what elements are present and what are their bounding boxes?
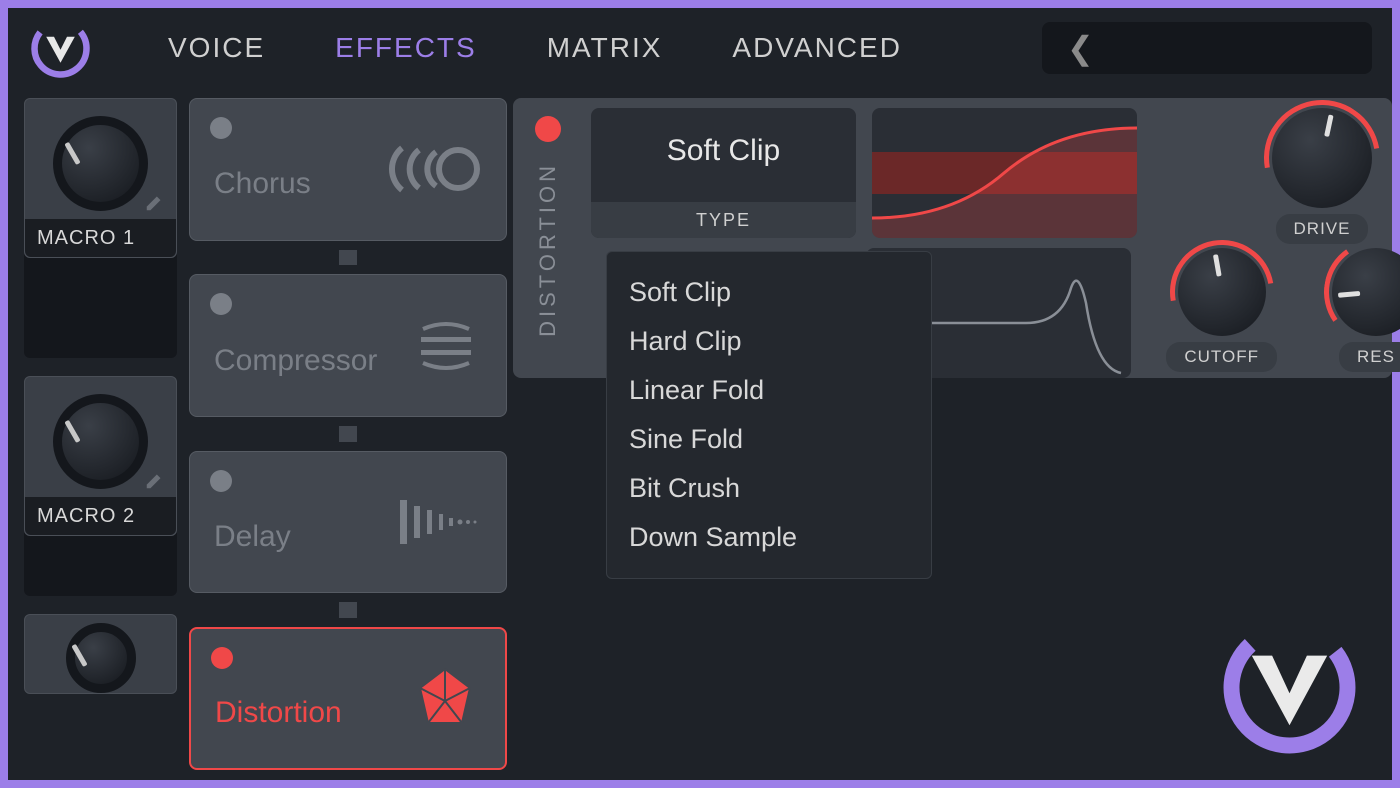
fx-compressor[interactable]: Compressor: [189, 274, 507, 417]
chevron-left-icon[interactable]: ❮: [1067, 29, 1094, 67]
logo-icon: [1217, 615, 1362, 760]
type-value: Soft Clip: [591, 108, 856, 168]
fx-enable-dot[interactable]: [210, 470, 232, 492]
pencil-icon[interactable]: [144, 191, 166, 213]
effects-chain: Chorus Compressor Delay: [183, 88, 513, 780]
fx-enable-dot[interactable]: [210, 117, 232, 139]
knob-section: DRIVE CUTOFF RES: [1142, 98, 1392, 378]
tab-voice[interactable]: VOICE: [168, 32, 265, 64]
macro-1-slot[interactable]: MACRO 1: [24, 98, 177, 258]
logo-icon: [28, 16, 93, 81]
dropdown-item[interactable]: Hard Clip: [629, 317, 909, 366]
type-selector[interactable]: Soft Clip TYPE: [591, 108, 856, 238]
resonance-label: RES: [1339, 342, 1400, 372]
dropdown-item[interactable]: Linear Fold: [629, 366, 909, 415]
main-nav: VOICE EFFECTS MATRIX ADVANCED: [168, 32, 902, 64]
header: VOICE EFFECTS MATRIX ADVANCED ❮: [8, 8, 1392, 88]
compressor-icon: [411, 311, 481, 381]
macro-1-knob[interactable]: [53, 116, 148, 211]
effect-title: DISTORTION: [535, 162, 561, 337]
macro-2-label: MACRO 2: [37, 505, 135, 528]
cutoff-knob[interactable]: [1178, 248, 1266, 336]
resonance-knob[interactable]: [1332, 248, 1400, 336]
app-logo[interactable]: [28, 16, 93, 81]
effect-enable-toggle[interactable]: [535, 116, 561, 142]
pencil-icon[interactable]: [144, 469, 166, 491]
macro-2-slot[interactable]: MACRO 2: [24, 376, 177, 536]
fx-enable-dot[interactable]: [211, 647, 233, 669]
macro-2-knob[interactable]: [53, 394, 148, 489]
cutoff-label: CUTOFF: [1166, 342, 1277, 372]
macro-2-mod-area[interactable]: [24, 526, 177, 596]
distortion-curve-display: [872, 108, 1137, 238]
dropdown-item[interactable]: Soft Clip: [629, 268, 909, 317]
fx-distortion[interactable]: Distortion: [189, 627, 507, 770]
tab-effects[interactable]: EFFECTS: [335, 32, 477, 64]
logo-watermark: [1217, 615, 1362, 760]
fx-chorus[interactable]: Chorus: [189, 98, 507, 241]
dropdown-item[interactable]: Bit Crush: [629, 464, 909, 513]
macro-1-mod-area[interactable]: [24, 248, 177, 358]
cutoff-knob-group: CUTOFF: [1166, 248, 1277, 372]
type-label: TYPE: [591, 202, 856, 238]
macro-column: MACRO 1 MACRO 2: [8, 88, 183, 780]
macro-3-slot[interactable]: [24, 614, 177, 694]
fx-enable-dot[interactable]: [210, 293, 232, 315]
macro-1-label: MACRO 1: [37, 227, 135, 250]
app-window: VOICE EFFECTS MATRIX ADVANCED ❮ MACRO 1 …: [8, 8, 1392, 780]
resonance-knob-group: RES: [1332, 248, 1400, 372]
tab-advanced[interactable]: ADVANCED: [732, 32, 902, 64]
drive-label: DRIVE: [1276, 214, 1369, 244]
tab-matrix[interactable]: MATRIX: [547, 32, 663, 64]
drive-knob-group: DRIVE: [1272, 108, 1372, 244]
fx-delay[interactable]: Delay: [189, 451, 507, 594]
dropdown-item[interactable]: Sine Fold: [629, 415, 909, 464]
preset-browser[interactable]: ❮: [1042, 22, 1372, 74]
dropdown-item[interactable]: Down Sample: [629, 513, 909, 562]
chorus-icon: [386, 139, 481, 199]
type-dropdown-menu: Soft Clip Hard Clip Linear Fold Sine Fol…: [606, 251, 932, 579]
drive-knob[interactable]: [1272, 108, 1372, 208]
distortion-icon: [410, 663, 480, 733]
delay-icon: [396, 492, 481, 552]
